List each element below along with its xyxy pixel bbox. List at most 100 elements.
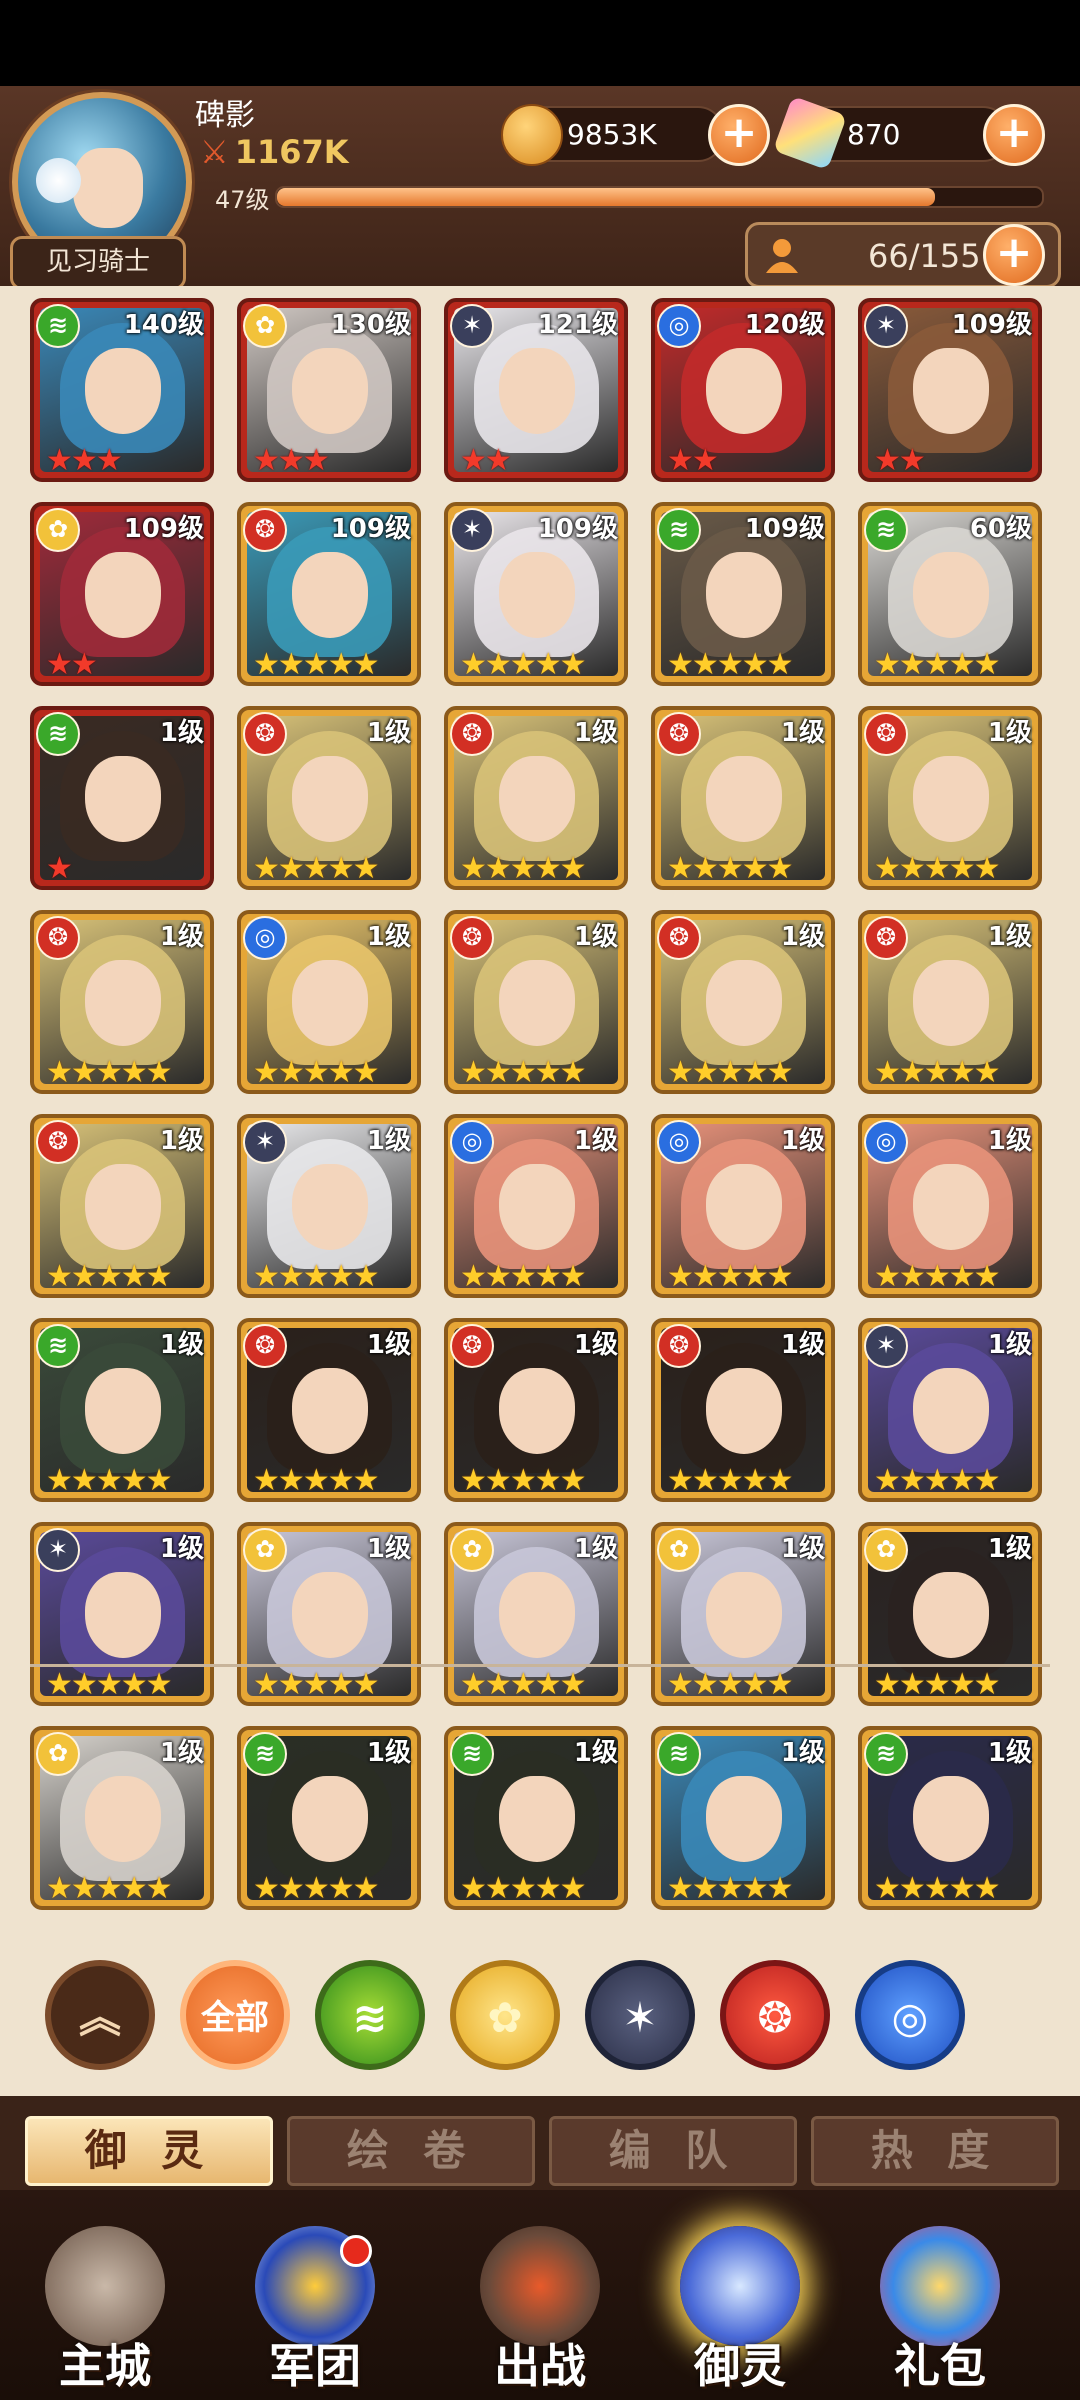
water-element-icon: ◎	[657, 304, 701, 348]
fire-element-icon: ❂	[243, 1324, 287, 1368]
tab-spirits[interactable]: 御 灵	[25, 2116, 273, 2186]
hero-face	[499, 1776, 575, 1862]
hero-level: 121级	[537, 310, 618, 340]
water-element-icon: ◎	[891, 1993, 929, 2042]
star-icon: ★	[874, 647, 901, 682]
hero-card[interactable]: ❂ 1级 ★★★★★	[858, 910, 1042, 1094]
star-icon: ★	[874, 851, 901, 886]
hero-card[interactable]: ≋ 140级 ★★★	[30, 298, 214, 482]
hero-card[interactable]: ❂ 1级 ★★★★★	[30, 1114, 214, 1298]
star-icon: ★	[741, 647, 769, 682]
hero-card[interactable]: ❂ 1级 ★★★★★	[30, 910, 214, 1094]
hero-card[interactable]: ✿ 1级 ★★★★★	[651, 1522, 835, 1706]
hero-card[interactable]: ✶ 109级 ★★★★★	[444, 502, 628, 686]
hero-card[interactable]: ✿ 109级 ★★	[30, 502, 214, 686]
wind-element-icon: ≋	[243, 1732, 287, 1776]
wind-element-icon: ≋	[864, 508, 908, 552]
filter-wind-button[interactable]: ≋	[315, 1960, 425, 2070]
star-icon: ★	[559, 1463, 587, 1498]
star-icon: ★	[741, 851, 769, 886]
nav-gift-pack[interactable]: 礼包	[840, 2190, 1040, 2400]
hero-stars: ★★★★★	[34, 1874, 210, 1904]
collapse-button[interactable]: ︽	[45, 1960, 155, 2070]
wind-element-icon: ≋	[657, 1732, 701, 1776]
hero-card[interactable]: ≋ 1级 ★★★★★	[30, 1318, 214, 1502]
tab-scrolls[interactable]: 绘 卷	[287, 2116, 535, 2186]
filter-dark-button[interactable]: ✶	[585, 1960, 695, 2070]
hero-card[interactable]: ≋ 1级 ★★★★★	[444, 1726, 628, 1910]
hero-card[interactable]: ❂ 1级 ★★★★★	[237, 1318, 421, 1502]
hero-card[interactable]: ✿ 130级 ★★★	[237, 298, 421, 482]
hero-card[interactable]: ✶ 121级 ★★	[444, 298, 628, 482]
hero-level: 1级	[366, 1738, 411, 1768]
filter-fire-button[interactable]: ❂	[720, 1960, 830, 2070]
star-icon: ★	[948, 1259, 976, 1294]
hero-stars: ★	[34, 854, 210, 884]
hero-card[interactable]: ✶ 1级 ★★★★★	[30, 1522, 214, 1706]
hero-card[interactable]: ❂ 1级 ★★★★★	[237, 706, 421, 890]
filter-light-button[interactable]: ✿	[450, 1960, 560, 2070]
star-icon: ★	[559, 851, 587, 886]
hero-card[interactable]: ◎ 1级 ★★★★★	[444, 1114, 628, 1298]
hero-card[interactable]: ✶ 1级 ★★★★★	[858, 1318, 1042, 1502]
filter-all-button[interactable]: 全部	[180, 1960, 290, 2070]
nav-spirits[interactable]: 御灵	[640, 2190, 840, 2400]
star-icon: ★	[95, 1259, 123, 1294]
add-capacity-button[interactable]: +	[983, 224, 1045, 286]
hero-card[interactable]: ≋ 1级 ★★★★★	[237, 1726, 421, 1910]
status-bar	[0, 0, 1080, 86]
add-gem-button[interactable]: +	[983, 104, 1045, 166]
star-sigil-icon: ✶	[622, 1993, 658, 2042]
hero-card[interactable]: ❂ 1级 ★★★★★	[444, 706, 628, 890]
water-element-icon: ◎	[450, 1120, 494, 1164]
star-icon: ★	[145, 1055, 173, 1090]
hero-card[interactable]: ✿ 1级 ★★★★★	[858, 1522, 1042, 1706]
add-gold-button[interactable]: +	[708, 104, 770, 166]
hero-card[interactable]: ❂ 1级 ★★★★★	[444, 910, 628, 1094]
hero-card[interactable]: ≋ 60级 ★★★★★	[858, 502, 1042, 686]
hero-stars: ★★★★★	[655, 1466, 831, 1496]
star-icon: ★	[948, 647, 976, 682]
hero-card[interactable]: ✿ 1级 ★★★★★	[30, 1726, 214, 1910]
hero-face	[913, 1572, 989, 1658]
hero-card[interactable]: ≋ 109级 ★★★★★	[651, 502, 835, 686]
light-element-icon: ✿	[36, 1732, 80, 1776]
star-icon: ★	[509, 1667, 537, 1702]
star-icon: ★	[253, 1667, 280, 1702]
star-icon: ★	[741, 1259, 769, 1294]
filter-water-button[interactable]: ◎	[855, 1960, 965, 2070]
star-icon: ★	[302, 851, 330, 886]
nav-battle[interactable]: 出战	[440, 2190, 640, 2400]
star-icon: ★	[766, 647, 794, 682]
hero-level: 109级	[951, 310, 1032, 340]
hero-card[interactable]: ❂ 109级 ★★★★★	[237, 502, 421, 686]
nav-legion[interactable]: 军团	[215, 2190, 415, 2400]
hero-card[interactable]: ◎ 120级 ★★	[651, 298, 835, 482]
tab-formation[interactable]: 编 队	[549, 2116, 797, 2186]
hero-card[interactable]: ✶ 1级 ★★★★★	[237, 1114, 421, 1298]
hero-card[interactable]: ❂ 1级 ★★★★★	[651, 1318, 835, 1502]
hero-card[interactable]: ≋ 1级 ★	[30, 706, 214, 890]
nav-main-city[interactable]: 主城	[5, 2190, 205, 2400]
hero-card[interactable]: ❂ 1级 ★★★★★	[858, 706, 1042, 890]
hero-card[interactable]: ≋ 1级 ★★★★★	[651, 1726, 835, 1910]
hero-card[interactable]: ❂ 1级 ★★★★★	[651, 910, 835, 1094]
hero-card[interactable]: ✿ 1级 ★★★★★	[444, 1522, 628, 1706]
hero-card[interactable]: ❂ 1级 ★★★★★	[651, 706, 835, 890]
hero-card[interactable]: ◎ 1级 ★★★★★	[237, 910, 421, 1094]
star-icon: ★	[95, 1871, 123, 1906]
hero-card[interactable]: ◎ 1级 ★★★★★	[858, 1114, 1042, 1298]
star-icon: ★	[352, 1055, 380, 1090]
hero-face	[913, 348, 989, 434]
star-icon: ★	[484, 647, 512, 682]
hero-card[interactable]: ❂ 1级 ★★★★★	[444, 1318, 628, 1502]
hero-card[interactable]: ✶ 109级 ★★	[858, 298, 1042, 482]
tab-popularity[interactable]: 热 度	[811, 2116, 1059, 2186]
hero-card[interactable]: ✿ 1级 ★★★★★	[237, 1522, 421, 1706]
hero-card[interactable]: ◎ 1级 ★★★★★	[651, 1114, 835, 1298]
star-icon: ★	[302, 1259, 330, 1294]
star-icon: ★	[948, 1667, 976, 1702]
hero-card[interactable]: ≋ 1级 ★★★★★	[858, 1726, 1042, 1910]
hero-level: 1级	[573, 1738, 618, 1768]
fire-element-icon: ❂	[36, 1120, 80, 1164]
